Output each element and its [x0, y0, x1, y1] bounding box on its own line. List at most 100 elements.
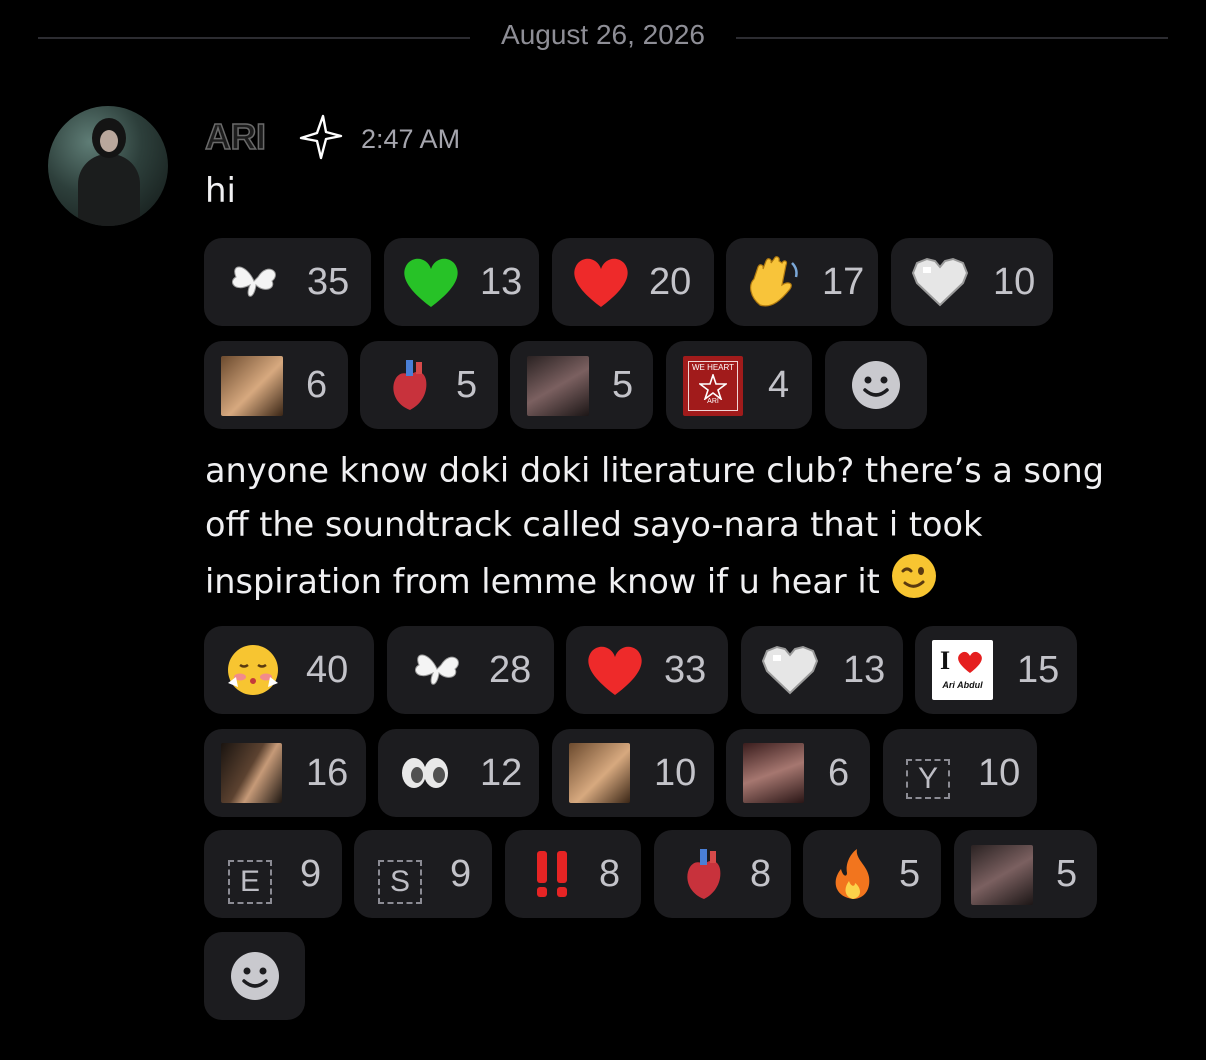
reaction-count: 5 [612, 364, 634, 406]
reaction-count: 28 [489, 649, 532, 691]
reaction-double-exclamation[interactable]: 8 [505, 830, 641, 918]
reaction-fire[interactable]: 5 [803, 830, 941, 918]
letter-y-icon: Y [906, 759, 950, 799]
letter-e-icon: E [228, 860, 272, 904]
reaction-face-photo[interactable]: 10 [552, 729, 714, 817]
reaction-red-heart[interactable]: 20 [552, 238, 714, 326]
reaction-selfie-photo[interactable]: 16 [204, 729, 366, 817]
avatar[interactable] [48, 106, 168, 226]
add-reaction-icon [231, 952, 279, 1000]
white-pixel-heart-icon [759, 643, 821, 697]
hand-heart-photo-icon [527, 356, 589, 416]
message-line-text: inspiration from lemme know if u hear it [205, 562, 880, 601]
reaction-count: 12 [480, 752, 523, 794]
username[interactable]: ARI [204, 115, 266, 158]
reaction-letter-e[interactable]: E 9 [204, 830, 342, 918]
reaction-count: 4 [768, 364, 790, 406]
divider-line-right [736, 37, 1168, 39]
reaction-face-photo[interactable]: 6 [204, 341, 348, 429]
badge-text: ARI [707, 398, 719, 405]
reaction-anatomical-heart[interactable]: 8 [654, 830, 791, 918]
reaction-count: 9 [450, 853, 472, 895]
reaction-count: 9 [300, 853, 322, 895]
hand-heart-photo-icon [971, 845, 1033, 905]
reaction-count: 8 [750, 853, 772, 895]
winking-face-emoji [892, 554, 937, 598]
butterfly-icon [224, 255, 286, 309]
red-heart-icon [570, 255, 632, 309]
reaction-red-heart[interactable]: 33 [566, 626, 728, 714]
reaction-count: 20 [649, 261, 692, 303]
anatomical-heart-icon [380, 358, 442, 412]
hands-heart-photo-icon [743, 743, 804, 803]
reaction-green-heart[interactable]: 13 [384, 238, 539, 326]
reaction-count: 5 [456, 364, 478, 406]
timestamp[interactable]: 2:47 AM [361, 124, 460, 155]
reaction-butterfly[interactable]: 28 [387, 626, 554, 714]
reaction-count: 10 [993, 261, 1036, 303]
white-pixel-heart-icon [909, 255, 971, 309]
face-photo-icon [569, 743, 630, 803]
sparkle-icon [299, 114, 343, 160]
reaction-hands-heart-photo[interactable]: 6 [726, 729, 870, 817]
add-reaction-button[interactable] [825, 341, 927, 429]
face-photo-icon [221, 356, 283, 416]
reaction-count: 5 [899, 853, 921, 895]
badge-text: Ari Abdul [942, 680, 983, 690]
reaction-count: 35 [307, 261, 350, 303]
reaction-letter-y[interactable]: Y 10 [883, 729, 1037, 817]
blurry-eyes-icon [394, 746, 456, 800]
reaction-i-love-ari-abdul[interactable]: I Ari Abdul 15 [915, 626, 1077, 714]
add-reaction-icon [852, 361, 900, 409]
waving-hand-icon [742, 255, 804, 309]
anatomical-heart-icon [674, 847, 736, 901]
butterfly-icon [407, 643, 469, 697]
reaction-blurry-eyes[interactable]: 12 [378, 729, 539, 817]
date-divider: August 26, 2026 [38, 17, 1168, 59]
message-text: anyone know doki doki literature club? t… [205, 444, 1104, 609]
divider-line-left [38, 37, 470, 39]
i-love-ari-abdul-icon: I Ari Abdul [932, 640, 993, 700]
reaction-butterfly[interactable]: 35 [204, 238, 371, 326]
reaction-count: 10 [978, 752, 1021, 794]
red-heart-icon [584, 643, 646, 697]
reaction-count: 10 [654, 752, 697, 794]
reaction-count: 13 [843, 649, 886, 691]
reaction-count: 33 [664, 649, 707, 691]
reaction-count: 6 [828, 752, 850, 794]
avatar-figure-body [78, 154, 140, 226]
we-heart-ari-badge-icon: WE HEART ARI [683, 356, 743, 416]
badge-text: I [940, 646, 951, 675]
reaction-count: 8 [599, 853, 621, 895]
badge-text: WE HEART [691, 363, 735, 372]
reaction-anatomical-heart[interactable]: 5 [360, 341, 498, 429]
date-label: August 26, 2026 [501, 19, 705, 50]
reaction-we-heart-ari[interactable]: WE HEART ARI 4 [666, 341, 812, 429]
fire-icon [823, 847, 885, 901]
reaction-count: 15 [1017, 649, 1060, 691]
reaction-count: 13 [480, 261, 523, 303]
add-reaction-button[interactable] [204, 932, 305, 1020]
message-line: inspiration from lemme know if u hear it [205, 552, 1104, 609]
blushing-face-icon [222, 643, 284, 697]
reaction-count: 16 [306, 752, 349, 794]
message-text: hi [205, 171, 236, 211]
selfie-photo-icon [221, 743, 282, 803]
message-line: anyone know doki doki literature club? t… [205, 451, 1104, 490]
green-heart-icon [400, 255, 462, 309]
reaction-white-heart[interactable]: 10 [891, 238, 1053, 326]
avatar-figure-face [100, 130, 118, 152]
reaction-count: 6 [306, 364, 328, 406]
reaction-blushing-face[interactable]: 40 [204, 626, 374, 714]
letter-s-icon: S [378, 860, 422, 904]
reaction-count: 17 [822, 261, 865, 303]
message-line: off the soundtrack called sayo-nara that… [205, 505, 983, 544]
reaction-count: 40 [306, 649, 349, 691]
double-exclamation-icon [525, 847, 587, 901]
reaction-hand-heart-photo[interactable]: 5 [954, 830, 1097, 918]
reaction-letter-s[interactable]: S 9 [354, 830, 492, 918]
reaction-white-heart[interactable]: 13 [741, 626, 903, 714]
reaction-hand-heart-photo[interactable]: 5 [510, 341, 653, 429]
reaction-waving-hand[interactable]: 17 [726, 238, 878, 326]
reaction-count: 5 [1056, 853, 1078, 895]
